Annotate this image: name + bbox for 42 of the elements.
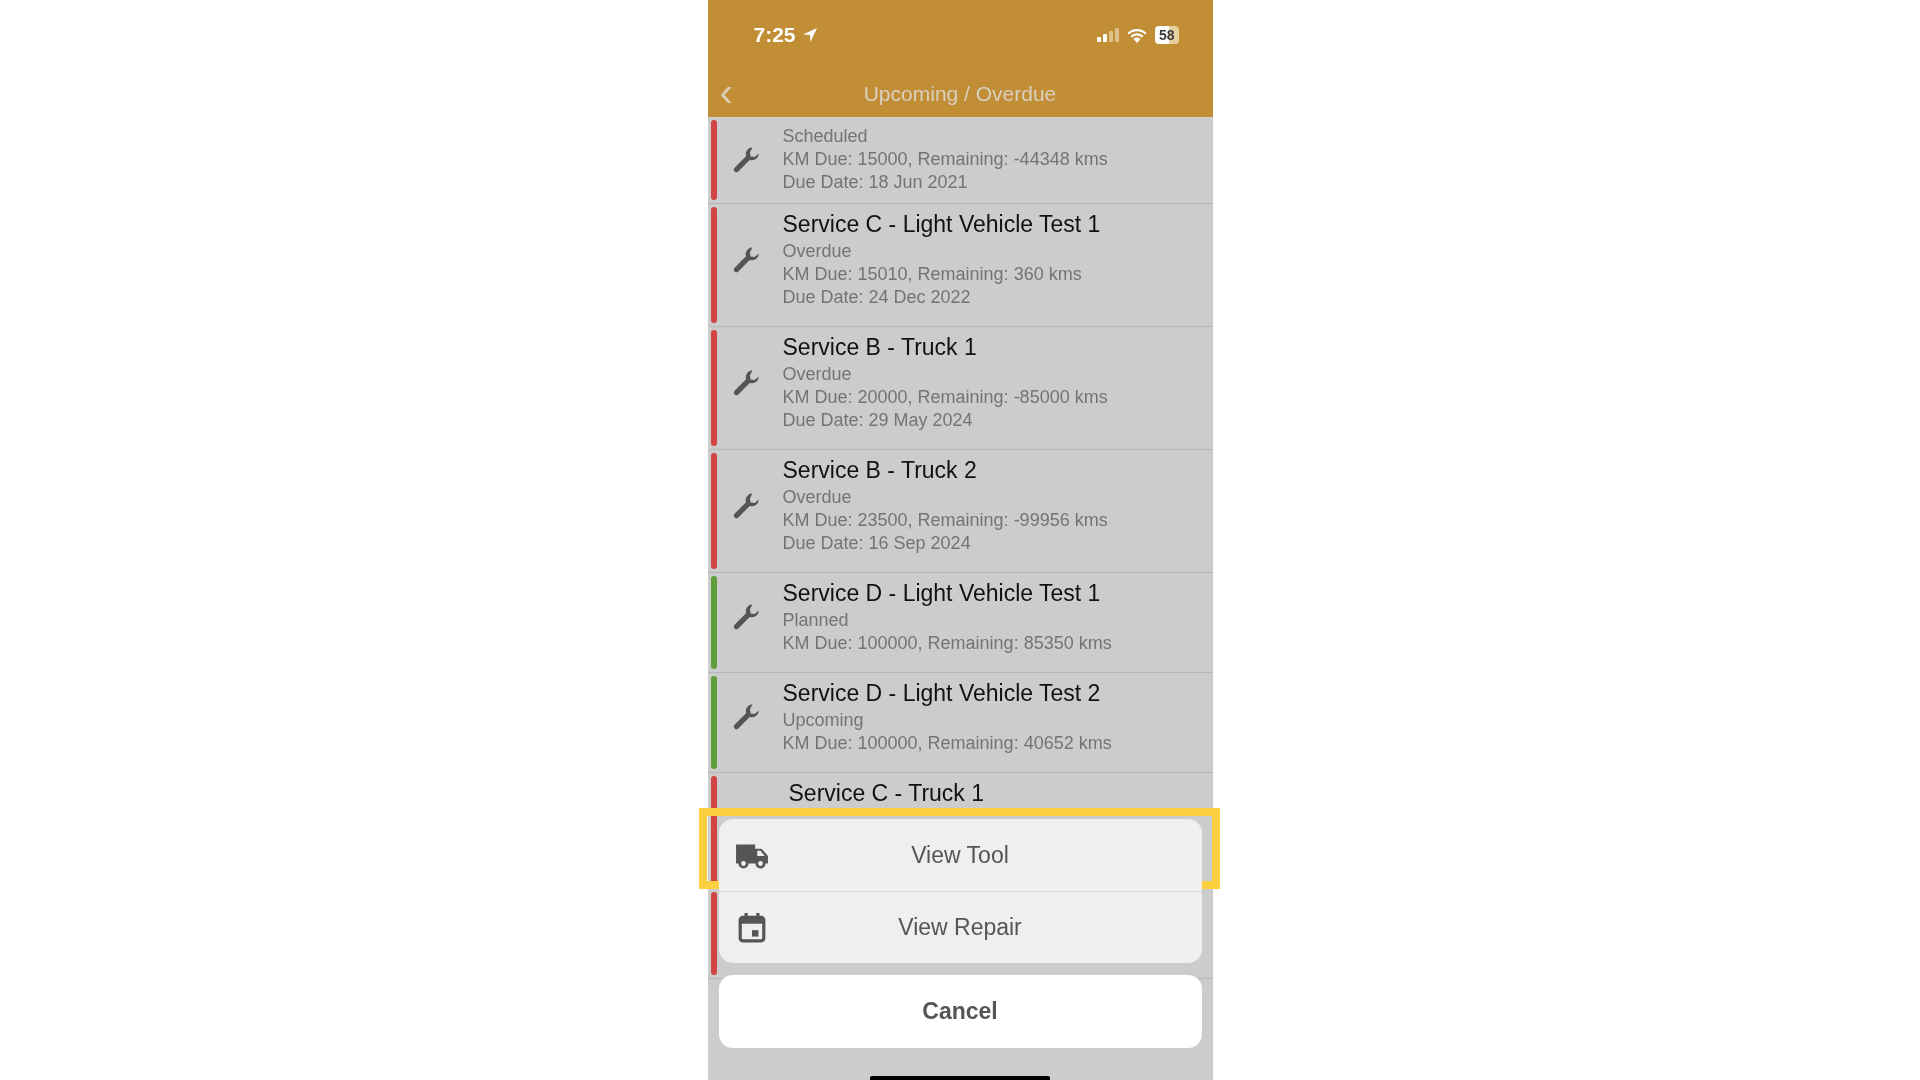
service-row[interactable]: Service B - Truck 2 Overdue KM Due: 23500, Remaining: -99956 kms Due Date: 16 Sep 2024 (707, 450, 1213, 573)
screen-title: Upcoming / Overdue (863, 81, 1057, 106)
action-button[interactable]: View Tool (718, 819, 1202, 891)
due-date-text: Due Date: 18 Jun 2021 (782, 171, 969, 194)
service-status: Upcoming (782, 709, 865, 732)
km-due-text: KM Due: 100000, Remaining: 40652 kms (782, 732, 1112, 755)
service-status: Overdue (782, 486, 853, 509)
location-arrow-icon (801, 27, 818, 43)
due-date-text: Due Date: 16 Sep 2024 (782, 532, 972, 555)
service-title: Service D - Light Vehicle Test 1 (782, 579, 1102, 608)
due-date-text: Due Date: 29 May 2024 (782, 409, 974, 432)
clock-time: 7:25 (753, 23, 796, 47)
service-title: Service C - Light Vehicle Test 1 (782, 210, 1101, 239)
service-title: Service B - Truck 2 (782, 456, 978, 485)
wrench-icon (731, 145, 761, 174)
wrench-icon (731, 244, 761, 274)
action-button[interactable]: View Repair (718, 891, 1202, 963)
km-due-text: KM Due: 15000, Remaining: -44348 kms (782, 148, 1108, 171)
signal-icon (1096, 28, 1119, 42)
service-status: Overdue (782, 240, 853, 263)
wrench-icon (731, 490, 761, 520)
cancel-button[interactable]: Cancel (718, 975, 1202, 1048)
km-due-text: KM Due: 23500, Remaining: -99956 kms (782, 509, 1108, 532)
service-row[interactable]: Service B - Truck 1 Overdue KM Due: 20000, Remaining: -85000 kms Due Date: 29 May 2024 (707, 327, 1213, 450)
wrench-icon (731, 602, 761, 631)
km-due-text: KM Due: 20000, Remaining: -85000 kms (782, 386, 1108, 409)
service-title: Service B - Truck 1 (782, 333, 978, 362)
due-date-text: Due Date: 24 Dec 2022 (782, 286, 972, 309)
km-due-text: KM Due: 100000, Remaining: 85350 kms (782, 632, 1112, 655)
wrench-icon (731, 702, 761, 731)
service-row[interactable]: Service C - Light Vehicle Test 1 Overdue KM Due: 15010, Remaining: 360 kms Due Date: 24 Dec 2022 (707, 204, 1213, 327)
battery-indicator: 58 (1154, 26, 1179, 44)
service-row[interactable]: Service D - Light Vehicle Test 2 Upcoming KM Due: 100000, Remaining: 40652 kms (707, 673, 1213, 773)
service-status: Scheduled (782, 125, 869, 148)
service-status: Overdue (782, 363, 853, 386)
service-title: Service D - Light Vehicle Test 2 (782, 679, 1102, 708)
km-due-text: KM Due: 15010, Remaining: 360 kms (782, 263, 1083, 286)
service-title: Service C - Truck 1 (788, 779, 985, 808)
service-row[interactable]: Service D - Light Vehicle Test 1 Planned KM Due: 100000, Remaining: 85350 kms (707, 573, 1213, 673)
wrench-icon (731, 367, 761, 397)
service-status: Planned (782, 609, 850, 632)
wifi-icon (1126, 27, 1147, 43)
